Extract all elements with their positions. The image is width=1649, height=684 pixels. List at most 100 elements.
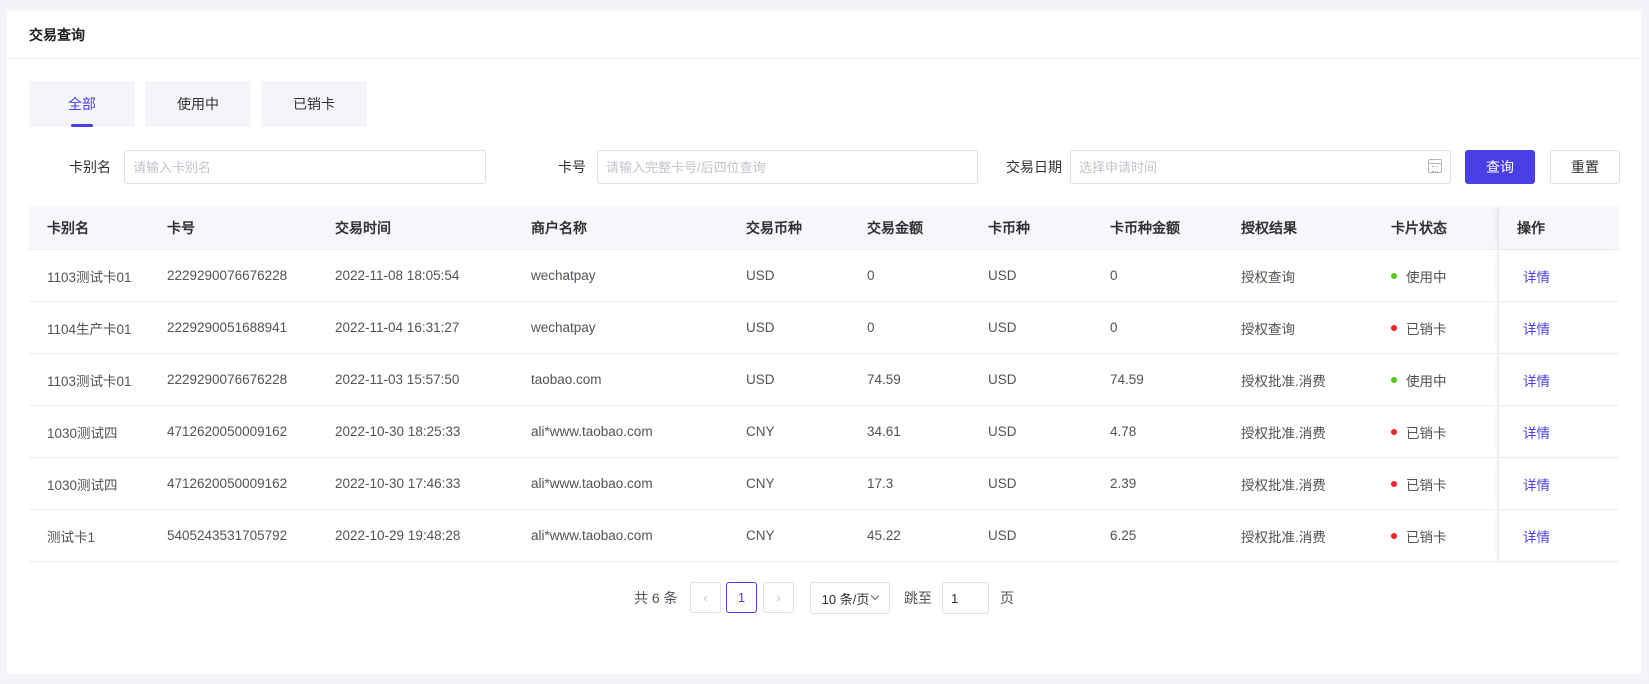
- cell-card-currency: USD: [988, 372, 1017, 387]
- cell-card-amount: 4.78: [1110, 424, 1137, 439]
- status-tabs: 全部 使用中 已销卡: [29, 81, 367, 127]
- cell-card-amount: 2.39: [1110, 476, 1137, 491]
- column-header: 授权结果: [1241, 219, 1297, 236]
- cell-currency: CNY: [746, 476, 775, 491]
- cell-card-amount: 74.59: [1110, 372, 1144, 387]
- cell-currency: USD: [746, 372, 775, 387]
- action-cell: 详情: [1498, 406, 1619, 457]
- status-badge: 已销卡: [1373, 422, 1498, 442]
- details-link[interactable]: 详情: [1517, 526, 1550, 546]
- cell-currency: USD: [746, 268, 775, 283]
- cell-amount: 34.61: [867, 424, 901, 439]
- cell-auth: 授权查询: [1241, 321, 1295, 337]
- search-button[interactable]: 查询: [1465, 150, 1535, 184]
- alias-label: 卡别名: [69, 159, 111, 175]
- details-link[interactable]: 详情: [1517, 422, 1550, 442]
- cell-amount: 0: [867, 268, 875, 283]
- cell-card: 2229290076676228: [167, 372, 288, 387]
- cell-time: 2022-10-30 18:25:33: [335, 424, 461, 439]
- transaction-query-card: 交易查询 全部 使用中 已销卡 卡别名 卡号 交易日期 查询 重置 卡别名 卡号…: [7, 11, 1641, 674]
- details-link[interactable]: 详情: [1517, 370, 1550, 390]
- action-cell: 详情: [1498, 510, 1619, 561]
- cell-merchant: ali*www.taobao.com: [531, 476, 653, 491]
- cell-time: 2022-11-08 18:05:54: [335, 268, 460, 283]
- alias-input[interactable]: [124, 150, 486, 184]
- cell-card: 5405243531705792: [167, 528, 288, 543]
- column-header: 交易金额: [867, 219, 923, 236]
- cell-time: 2022-11-04 16:31:27: [335, 320, 460, 335]
- cell-amount: 74.59: [867, 372, 901, 387]
- cell-card-currency: USD: [988, 320, 1017, 335]
- jump-label: 跳至: [904, 590, 932, 606]
- tab-all[interactable]: 全部: [29, 81, 135, 127]
- table-body: 1103测试卡01 2229290076676228 2022-11-08 18:0…: [29, 250, 1619, 562]
- table-row: 测试卡1 5405243531705792 2022-10-29 19:48:28 a…: [29, 510, 1619, 562]
- cell-card: 4712620050009162: [167, 424, 288, 439]
- cell-alias: 1104生产卡01: [47, 321, 132, 337]
- cell-merchant: wechatpay: [531, 268, 596, 283]
- column-header: 交易币种: [746, 219, 802, 236]
- cell-auth: 授权批准.消费: [1241, 373, 1326, 389]
- chevron-left-icon: ‹: [703, 590, 708, 605]
- cell-amount: 0: [867, 320, 875, 335]
- cell-card-currency: USD: [988, 528, 1017, 543]
- status-badge: 已销卡: [1373, 474, 1498, 494]
- date-picker[interactable]: [1070, 150, 1451, 184]
- table-row: 1103测试卡01 2229290076676228 2022-11-08 18:0…: [29, 250, 1619, 302]
- table-row: 1030测试四 4712620050009162 2022-10-30 18:25:…: [29, 406, 1619, 458]
- page-size-select[interactable]: 10 条/页: [810, 582, 890, 614]
- date-label: 交易日期: [1006, 159, 1062, 175]
- status-dot-icon: [1391, 480, 1397, 487]
- cell-time: 2022-10-30 17:46:33: [335, 476, 461, 491]
- table-row: 1104生产卡01 2229290051688941 2022-11-04 16:3…: [29, 302, 1619, 354]
- cell-card: 2229290051688941: [167, 320, 288, 335]
- page-size-value: 10 条/页: [821, 591, 870, 607]
- tab-in-use[interactable]: 使用中: [145, 81, 251, 127]
- details-link[interactable]: 详情: [1517, 474, 1550, 494]
- column-header: 交易时间: [335, 219, 391, 236]
- column-header: 卡号: [167, 219, 195, 236]
- column-header: 卡别名: [47, 219, 89, 236]
- status-dot-icon: [1391, 532, 1397, 539]
- page-1-button[interactable]: 1: [726, 582, 757, 613]
- tab-cancelled[interactable]: 已销卡: [261, 81, 367, 127]
- cell-merchant: ali*www.taobao.com: [531, 528, 653, 543]
- card-number-input[interactable]: [597, 150, 978, 184]
- cell-amount: 17.3: [867, 476, 894, 491]
- reset-button[interactable]: 重置: [1550, 150, 1620, 184]
- status-dot-icon: [1391, 324, 1397, 331]
- cell-merchant: wechatpay: [531, 320, 596, 335]
- next-page-button[interactable]: ›: [763, 582, 794, 613]
- action-cell: 详情: [1498, 250, 1619, 301]
- cell-auth: 授权批准.消费: [1241, 425, 1326, 441]
- column-header: 卡币种: [988, 219, 1030, 236]
- status-dot-icon: [1391, 376, 1397, 383]
- action-cell: 详情: [1498, 302, 1619, 353]
- status-dot-icon: [1391, 272, 1397, 279]
- cell-auth: 授权批准.消费: [1241, 477, 1326, 493]
- status-text: 使用中: [1406, 373, 1447, 389]
- status-text: 已销卡: [1406, 529, 1447, 545]
- details-link[interactable]: 详情: [1517, 266, 1550, 286]
- date-input[interactable]: [1070, 150, 1451, 184]
- cell-card-amount: 0: [1110, 320, 1118, 335]
- cell-currency: CNY: [746, 424, 775, 439]
- cell-auth: 授权查询: [1241, 269, 1295, 285]
- chevron-down-icon: [871, 591, 880, 601]
- cell-alias: 测试卡1: [47, 529, 96, 545]
- cell-card-currency: USD: [988, 476, 1017, 491]
- details-link[interactable]: 详情: [1517, 318, 1550, 338]
- calendar-icon[interactable]: [1428, 159, 1442, 173]
- transactions-table: 卡别名 卡号 交易时间 商户名称 交易币种 交易金额 卡币种 卡币种金额 授权结…: [29, 206, 1619, 562]
- cell-card: 2229290076676228: [167, 268, 288, 283]
- cell-alias: 1103测试卡01: [47, 373, 132, 389]
- column-header: 卡币种金额: [1110, 219, 1180, 236]
- filter-bar: 卡别名 卡号 交易日期 查询 重置: [7, 150, 1641, 184]
- jump-page-input[interactable]: [942, 582, 989, 614]
- cell-card-currency: USD: [988, 424, 1017, 439]
- card-number-label: 卡号: [558, 159, 586, 175]
- cell-merchant: ali*www.taobao.com: [531, 424, 653, 439]
- chevron-right-icon: ›: [776, 590, 781, 605]
- prev-page-button[interactable]: ‹: [690, 582, 721, 613]
- column-header: 商户名称: [531, 219, 587, 236]
